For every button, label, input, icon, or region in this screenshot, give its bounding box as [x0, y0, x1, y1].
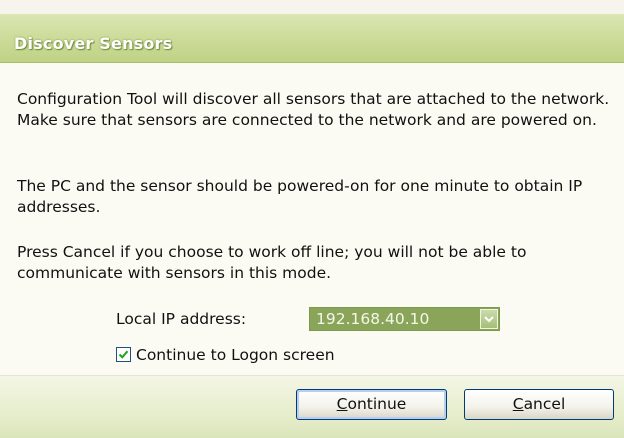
- cancel-accel: C: [512, 395, 524, 413]
- continue-button[interactable]: Continue: [296, 389, 447, 420]
- dialog-title: Discover Sensors: [14, 34, 173, 53]
- local-ip-select[interactable]: 192.168.40.10: [309, 307, 500, 331]
- chevron-down-icon: [484, 316, 494, 323]
- info-paragraph-discover: Configuration Tool will discover all sen…: [17, 90, 610, 129]
- continue-label-rest: ontinue: [347, 395, 407, 413]
- continue-logon-checkbox[interactable]: [116, 347, 131, 362]
- info-paragraph-cancel: Press Cancel if you choose to work off l…: [17, 243, 527, 282]
- checkmark-icon: [118, 350, 129, 359]
- continue-logon-label[interactable]: Continue to Logon screen: [136, 346, 335, 364]
- cancel-button[interactable]: Cancel: [464, 389, 614, 420]
- info-paragraph-powered-on: The PC and the sensor should be powered-…: [17, 177, 583, 216]
- cancel-label-rest: ancel: [523, 395, 566, 413]
- dropdown-button[interactable]: [480, 309, 498, 329]
- continue-accel: C: [336, 395, 348, 413]
- local-ip-value: 192.168.40.10: [316, 310, 430, 328]
- title-bar: Discover Sensors: [0, 14, 624, 63]
- window-top-edge: [0, 0, 624, 14]
- discover-sensors-dialog: Discover Sensors Configuration Tool will…: [0, 0, 624, 438]
- local-ip-label: Local IP address:: [116, 310, 247, 328]
